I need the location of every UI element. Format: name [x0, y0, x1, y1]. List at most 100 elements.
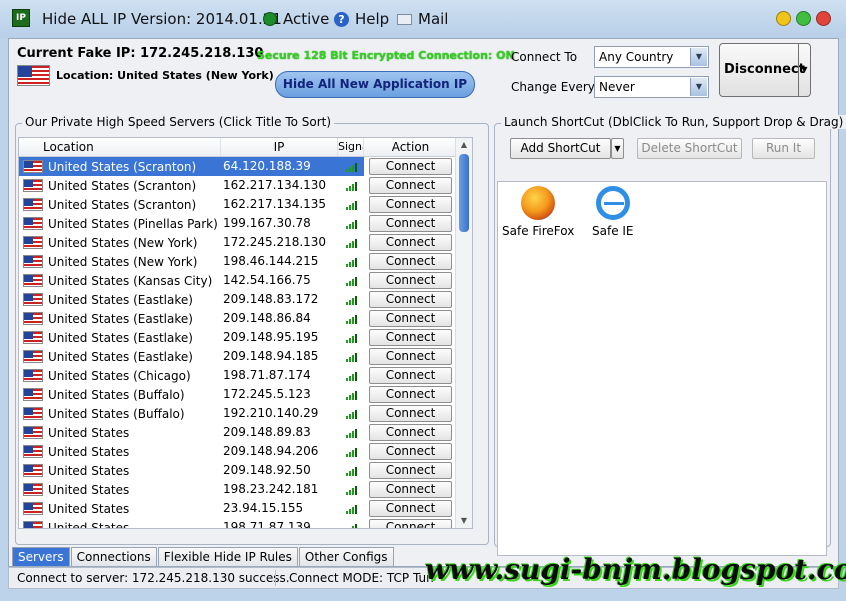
table-row[interactable]: United States (Pinellas Park) 199.167.30.…: [19, 214, 472, 233]
connect-button[interactable]: Connect: [369, 424, 452, 441]
shortcuts-group: Launch ShortCut (DblClick To Run, Suppor…: [494, 115, 846, 556]
connect-button[interactable]: Connect: [369, 310, 452, 327]
connect-button[interactable]: Connect: [369, 215, 452, 232]
table-row[interactable]: United States (Scranton) 162.217.134.130 C…: [19, 176, 472, 195]
run-it-button[interactable]: Run It: [752, 138, 815, 159]
hide-new-app-ip-button[interactable]: Hide All New Application IP: [275, 71, 475, 98]
table-row[interactable]: United States (Buffalo) 192.210.140.29 Con…: [19, 404, 472, 423]
table-row[interactable]: United States 23.94.15.155 Connect: [19, 499, 472, 518]
tab-flexible-hide-ip-rules[interactable]: Flexible Hide IP Rules: [157, 547, 298, 566]
tab-other-configs[interactable]: Other Configs: [298, 547, 394, 566]
table-row[interactable]: United States (Scranton) 64.120.188.39 Con…: [19, 157, 472, 176]
server-location: United States (Chicago): [19, 366, 221, 385]
shortcut-safe-firefox[interactable]: Safe FireFox: [502, 186, 574, 238]
disconnect-button[interactable]: Disconnect ▼: [719, 43, 811, 97]
server-action: Connect: [364, 290, 452, 309]
table-row[interactable]: United States 209.148.94.206 Connect: [19, 442, 472, 461]
column-action[interactable]: Action: [364, 138, 457, 156]
tab-servers[interactable]: Servers: [12, 547, 70, 566]
table-row[interactable]: United States (Buffalo) 172.245.5.123 Conn…: [19, 385, 472, 404]
server-action: Connect: [364, 366, 452, 385]
disconnect-dropdown-icon[interactable]: ▼: [798, 44, 810, 96]
server-location: United States (Eastlake): [19, 290, 221, 309]
delete-shortcut-button[interactable]: Delete ShortCut: [637, 138, 742, 159]
scroll-up-icon[interactable]: ▲: [456, 138, 472, 152]
column-ip[interactable]: IP: [221, 138, 338, 156]
connect-button[interactable]: Connect: [369, 367, 452, 384]
close-button[interactable]: [816, 11, 831, 26]
us-flag-icon: [23, 388, 43, 401]
add-shortcut-dropdown-icon[interactable]: ▼: [611, 138, 624, 159]
table-row[interactable]: United States 198.71.87.139 Connect: [19, 518, 472, 528]
server-location: United States (Scranton): [19, 157, 221, 176]
connect-button[interactable]: Connect: [369, 386, 452, 403]
connect-button[interactable]: Connect: [369, 291, 452, 308]
table-row[interactable]: United States (Kansas City) 142.54.166.75…: [19, 271, 472, 290]
menu-active[interactable]: Active: [263, 10, 329, 28]
connect-button[interactable]: Connect: [369, 462, 452, 479]
table-row[interactable]: United States (Eastlake) 209.148.83.172 Co…: [19, 290, 472, 309]
connect-button[interactable]: Connect: [369, 500, 452, 517]
change-every-label: Change Every: [511, 80, 595, 94]
column-signal[interactable]: Signal: [338, 138, 364, 156]
location-label: United States (Buffalo): [48, 387, 185, 402]
table-row[interactable]: United States (Scranton) 162.217.134.135 C…: [19, 195, 472, 214]
menu-mail[interactable]: Mail: [397, 10, 448, 28]
tab-connections[interactable]: Connections: [70, 547, 157, 566]
table-row[interactable]: United States 209.148.89.83 Connect: [19, 423, 472, 442]
connect-button[interactable]: Connect: [369, 196, 452, 213]
server-ip: 198.46.144.215: [223, 254, 319, 268]
server-location: United States (Buffalo): [19, 404, 221, 423]
location-label: United States (Scranton): [48, 178, 197, 193]
status-message: Connect to server: 172.245.218.130 succe…: [17, 571, 290, 585]
connect-button[interactable]: Connect: [369, 481, 452, 498]
table-row[interactable]: United States (Chicago) 198.71.87.174 Conn…: [19, 366, 472, 385]
server-action: Connect: [364, 480, 452, 499]
connect-mode: Connect MODE: TCP Tun: [289, 571, 434, 585]
table-row[interactable]: United States (Eastlake) 209.148.95.195 Co…: [19, 328, 472, 347]
server-ip: 192.210.140.29: [223, 406, 319, 420]
table-row[interactable]: United States 209.148.92.50 Connect: [19, 461, 472, 480]
server-ip: 162.217.134.135: [223, 197, 327, 211]
connect-button[interactable]: Connect: [369, 253, 452, 270]
connect-button[interactable]: Connect: [369, 272, 452, 289]
connect-to-select[interactable]: Any Country ▼: [594, 46, 709, 68]
connect-button[interactable]: Connect: [369, 443, 452, 460]
menu-help[interactable]: ? Help: [334, 10, 389, 28]
connect-button[interactable]: Connect: [369, 405, 452, 422]
connect-button[interactable]: Connect: [369, 234, 452, 251]
connect-button[interactable]: Connect: [369, 348, 452, 365]
server-ip: 209.148.92.50: [223, 463, 311, 477]
minimize-button[interactable]: [776, 11, 791, 26]
column-location[interactable]: Location: [19, 138, 221, 156]
connect-button[interactable]: Connect: [369, 519, 452, 528]
shortcuts-group-title: Launch ShortCut (DblClick To Run, Suppor…: [501, 115, 846, 129]
servers-group-title[interactable]: Our Private High Speed Servers (Click Ti…: [22, 115, 335, 129]
server-location: United States: [19, 423, 221, 442]
signal-icon: [338, 328, 364, 347]
connect-button[interactable]: Connect: [369, 158, 452, 175]
us-flag-icon: [23, 312, 43, 325]
vertical-scrollbar[interactable]: ▲ ▼: [455, 138, 472, 528]
table-row[interactable]: United States (Eastlake) 209.148.86.84 Con…: [19, 309, 472, 328]
table-row[interactable]: United States 198.23.242.181 Connect: [19, 480, 472, 499]
server-ip: 142.54.166.75: [223, 273, 311, 287]
change-every-select[interactable]: Never ▼: [594, 76, 709, 98]
maximize-button[interactable]: [796, 11, 811, 26]
server-location: United States (Eastlake): [19, 328, 221, 347]
status-divider: [275, 570, 276, 586]
server-ip: 172.245.5.123: [223, 387, 311, 401]
scroll-down-icon[interactable]: ▼: [456, 514, 472, 528]
scroll-thumb[interactable]: [459, 154, 469, 232]
add-shortcut-button[interactable]: Add ShortCut: [510, 138, 611, 159]
connect-button[interactable]: Connect: [369, 177, 452, 194]
table-row[interactable]: United States (Eastlake) 209.148.94.185 Co…: [19, 347, 472, 366]
table-row[interactable]: United States (New York) 198.46.144.215 Co…: [19, 252, 472, 271]
server-action: Connect: [364, 309, 452, 328]
shortcut-safe-ie[interactable]: Safe IE: [592, 186, 634, 238]
connect-button[interactable]: Connect: [369, 329, 452, 346]
table-row[interactable]: United States (New York) 172.245.218.130 C…: [19, 233, 472, 252]
server-ip: 198.23.242.181: [223, 482, 319, 496]
signal-icon: [338, 499, 364, 518]
shortcut-area[interactable]: Safe FireFox Safe IE: [497, 181, 827, 556]
